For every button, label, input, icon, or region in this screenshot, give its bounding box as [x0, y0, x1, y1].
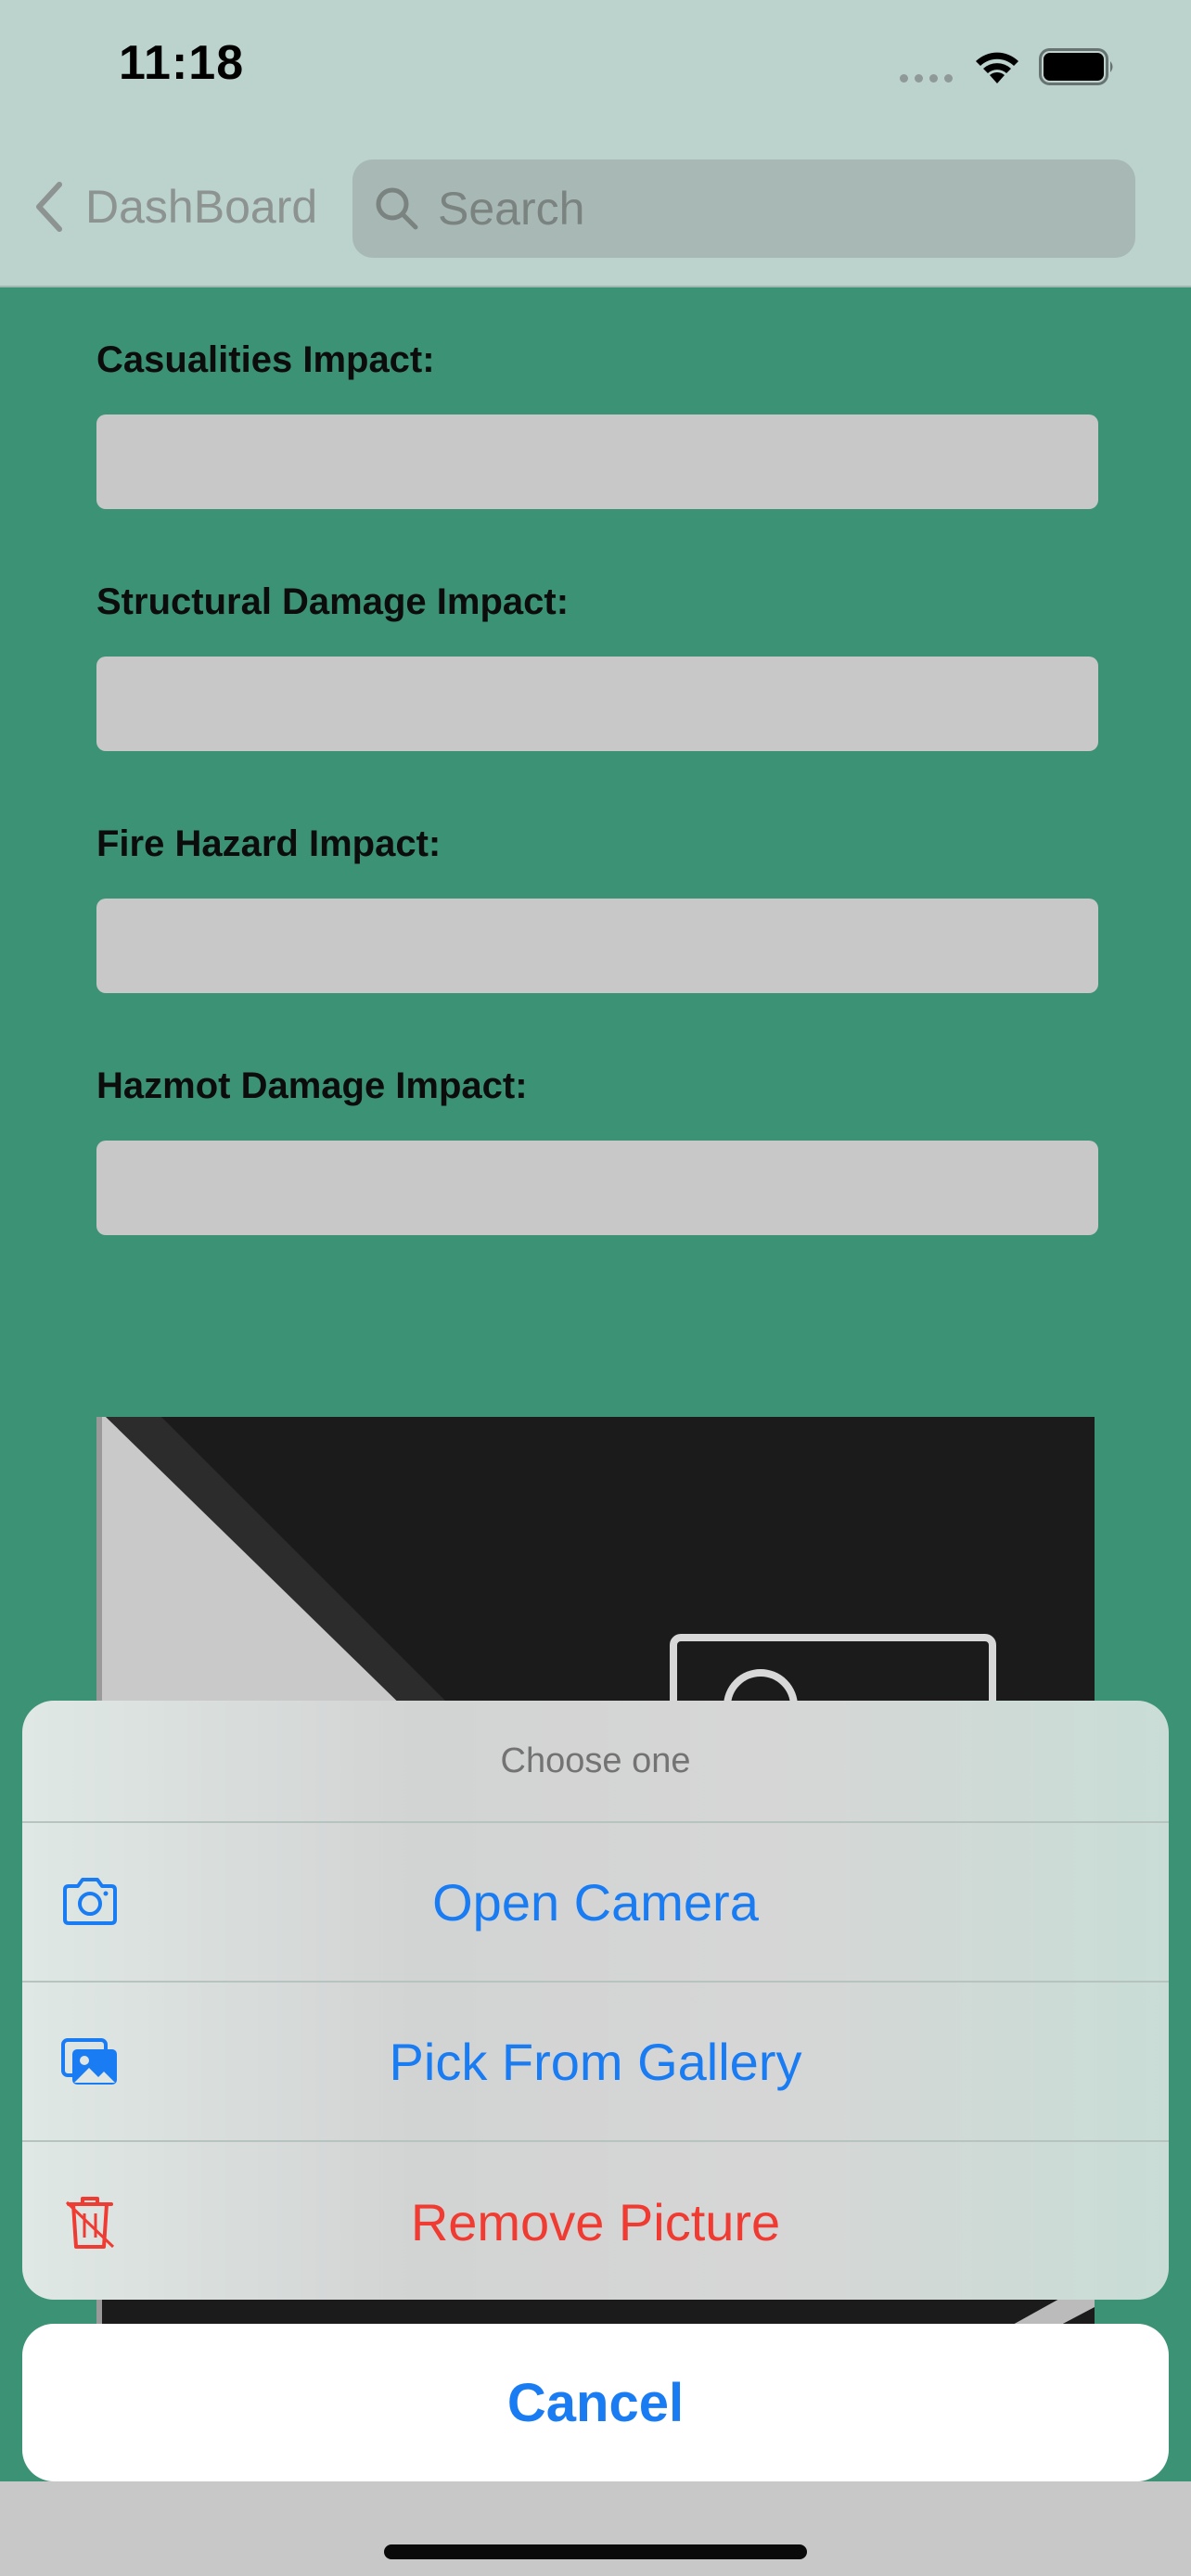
- hazmot-damage-impact-label: Hazmot Damage Impact:: [96, 1065, 528, 1106]
- gallery-icon: [61, 2038, 117, 2085]
- cancel-button[interactable]: Cancel: [22, 2324, 1169, 2481]
- structural-damage-impact-label: Structural Damage Impact:: [96, 581, 570, 622]
- cellular-dots-icon: [900, 74, 953, 83]
- structural-damage-impact-input[interactable]: [96, 657, 1098, 751]
- navigation-bar: DashBoard: [0, 139, 1191, 287]
- camera-icon: [63, 1878, 117, 1925]
- remove-picture-label: Remove Picture: [410, 2192, 781, 2251]
- remove-picture-button[interactable]: Remove Picture: [22, 2142, 1169, 2300]
- back-label: DashBoard: [85, 181, 318, 233]
- home-indicator-area: [0, 2481, 1191, 2576]
- cancel-label: Cancel: [506, 2372, 685, 2433]
- status-time: 11:18: [119, 36, 245, 90]
- pick-from-gallery-button[interactable]: Pick From Gallery: [22, 1983, 1169, 2142]
- back-button[interactable]: DashBoard: [32, 174, 317, 239]
- casualities-impact-label: Casualities Impact:: [96, 339, 435, 380]
- pick-from-gallery-label: Pick From Gallery: [389, 2032, 802, 2091]
- battery-icon: [1039, 48, 1113, 85]
- fire-hazard-impact-label: Fire Hazard Impact:: [96, 823, 442, 864]
- trash-icon: [65, 2197, 115, 2249]
- action-sheet: Choose one Open Camera Pick From Gallery…: [22, 1701, 1169, 2300]
- hazmot-damage-impact-input[interactable]: [96, 1141, 1098, 1235]
- chevron-left-icon: [36, 182, 62, 232]
- open-camera-label: Open Camera: [432, 1872, 759, 1932]
- fire-hazard-impact-input[interactable]: [96, 899, 1098, 993]
- search-field[interactable]: [352, 159, 1135, 258]
- action-sheet-title: Choose one: [22, 1701, 1169, 1823]
- search-input[interactable]: [436, 181, 1089, 236]
- status-bar: 11:18: [0, 0, 1191, 139]
- open-camera-button[interactable]: Open Camera: [22, 1823, 1169, 1983]
- wifi-icon: [976, 52, 1018, 83]
- casualities-impact-input[interactable]: [96, 414, 1098, 509]
- home-indicator[interactable]: [384, 2544, 807, 2559]
- search-icon: [376, 187, 418, 230]
